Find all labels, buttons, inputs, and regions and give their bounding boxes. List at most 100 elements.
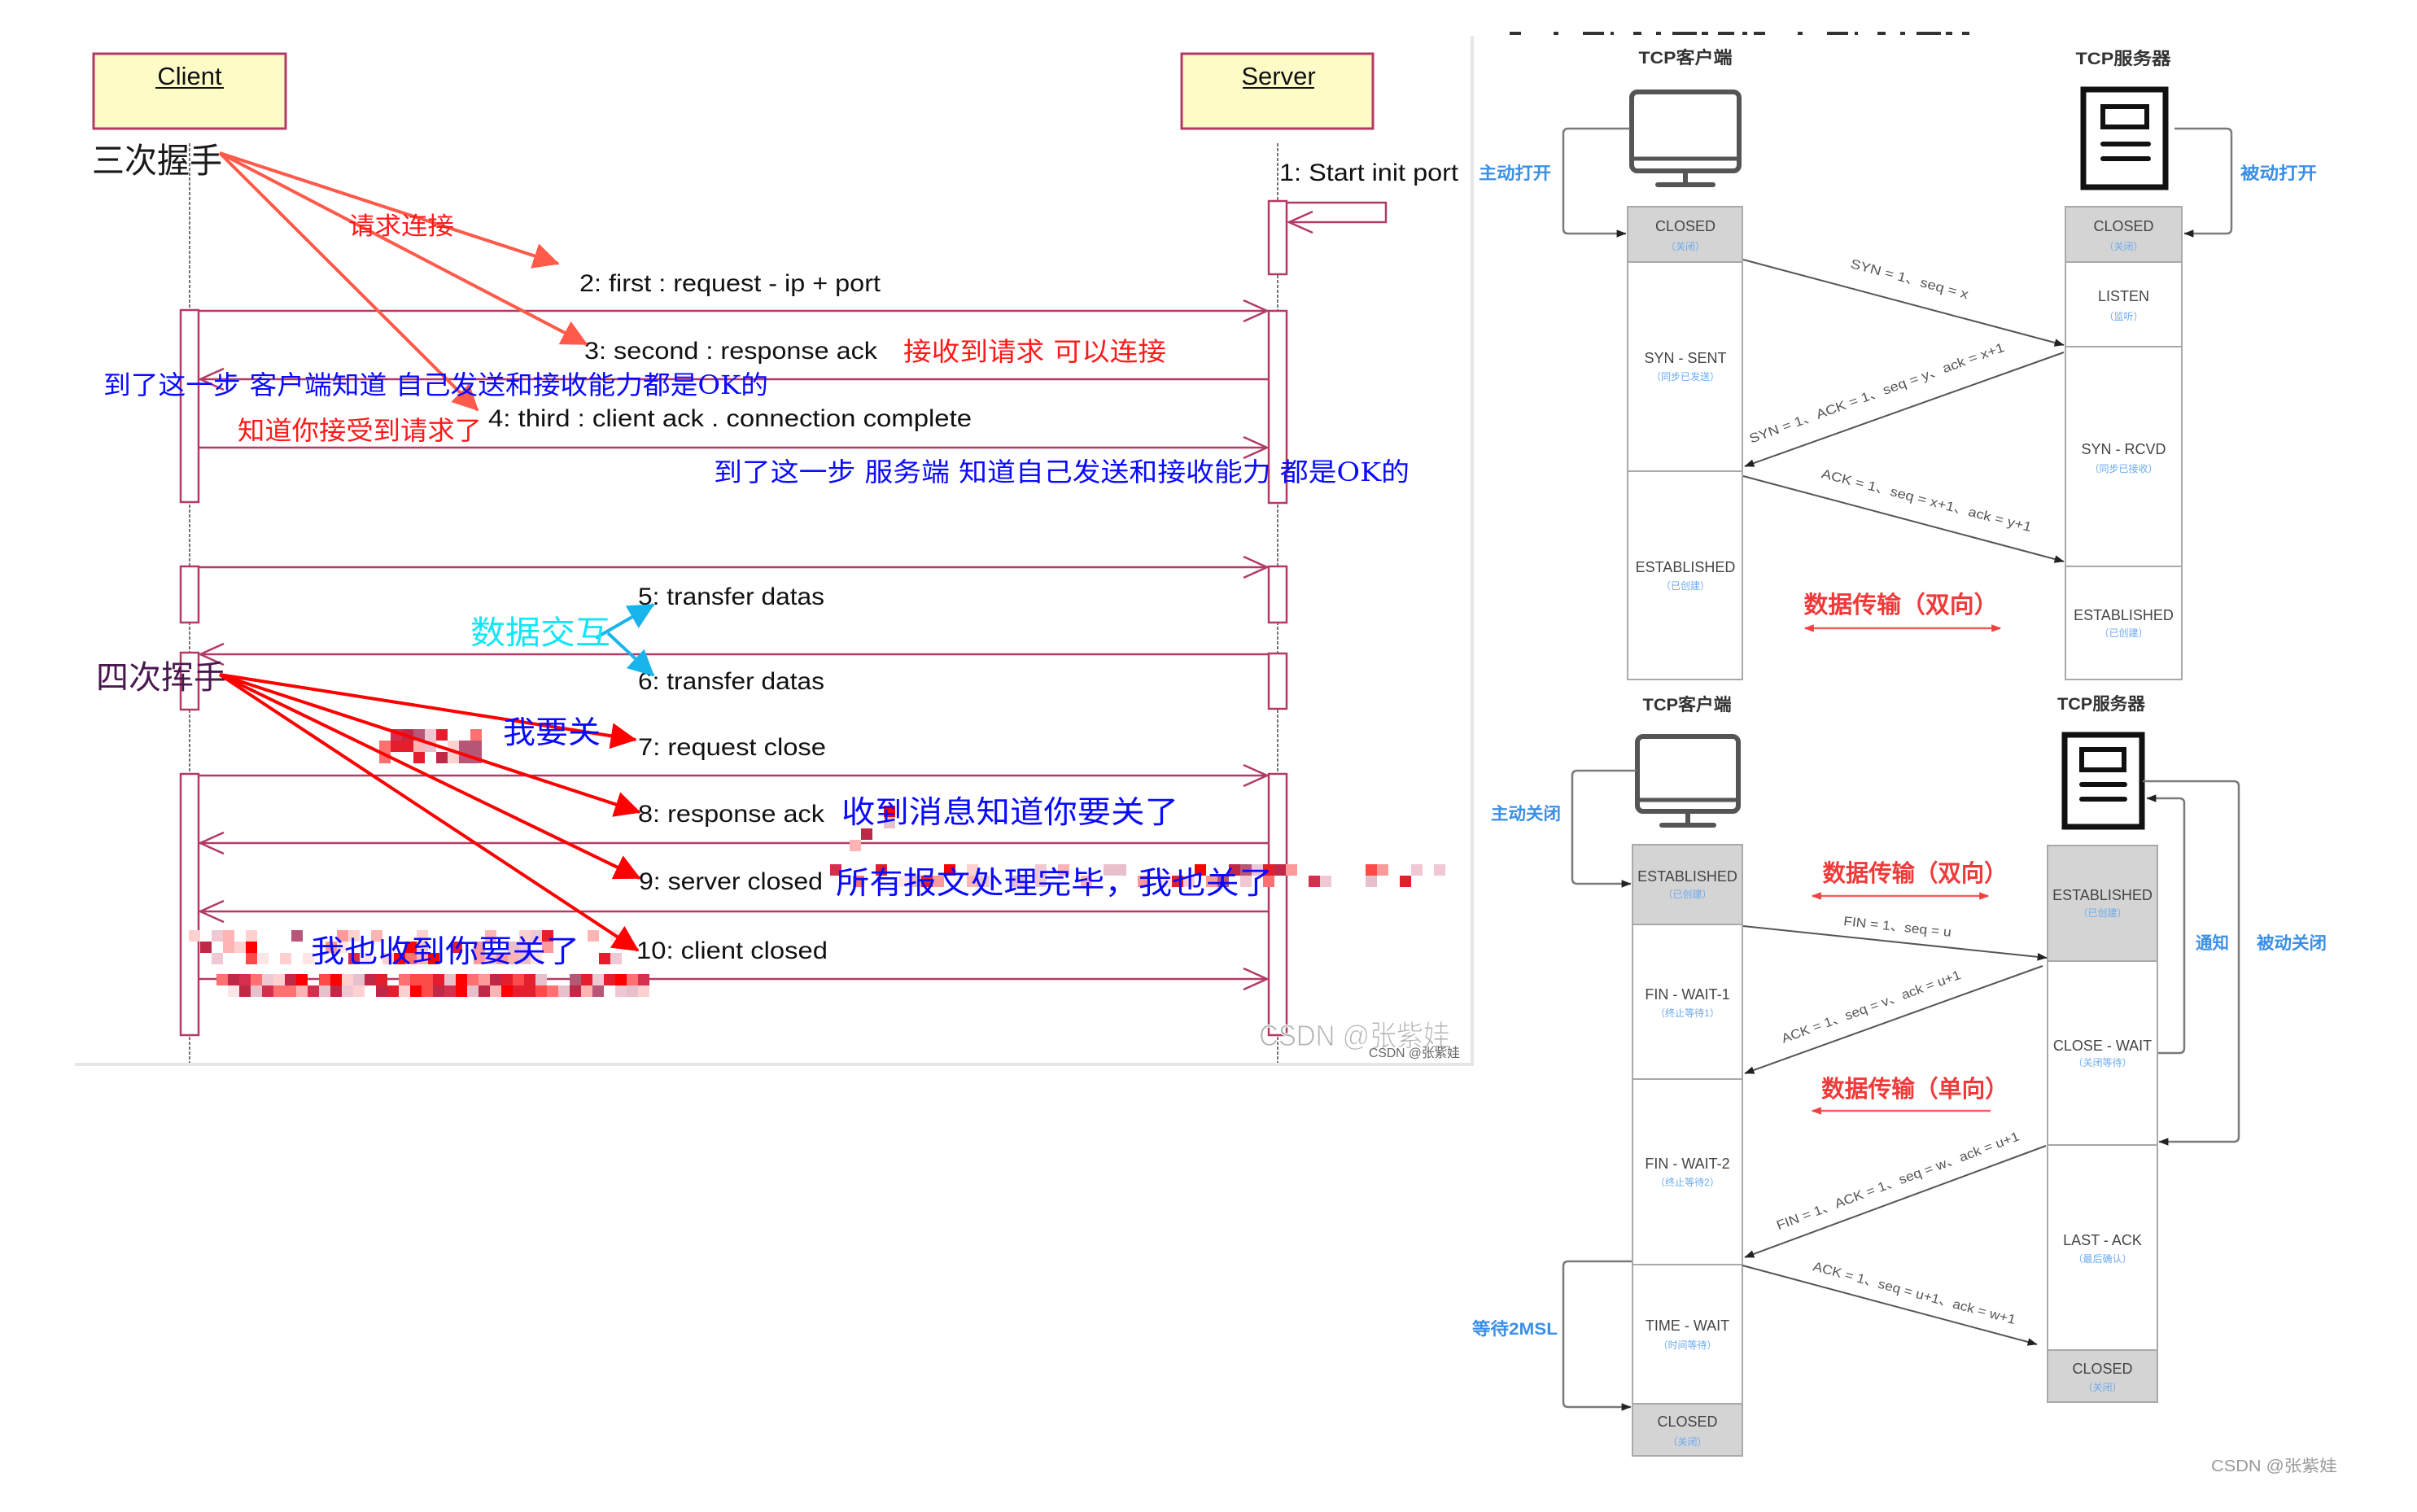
mosaic-cell	[319, 985, 330, 997]
passive-open-label: 被动打开	[2240, 164, 2317, 183]
mosaic-cell	[592, 974, 604, 985]
mosaic-cell	[588, 930, 599, 942]
data-transfer-label: 数据传输（双向）	[1804, 591, 1999, 618]
mosaic-cell	[1400, 876, 1411, 887]
mosaic-cell	[376, 985, 387, 997]
mosaic-cell	[200, 942, 212, 953]
state-sublabel: （已创建）	[1663, 889, 1711, 900]
mosaic-cell	[1411, 864, 1423, 876]
message-label: 2: first : request - ip + port	[579, 270, 881, 297]
state-label: CLOSED	[1655, 218, 1716, 234]
packet-label: ACK = 1、seq = u+1、ack = w+1	[1812, 1260, 2017, 1327]
mosaic-cell	[246, 930, 257, 942]
mosaic-cell	[273, 985, 285, 997]
message-label: 6: transfer datas	[638, 668, 824, 695]
state-sublabel: （同步已发送）	[1651, 370, 1720, 382]
message-label: 3: second : response ack	[584, 338, 878, 365]
mosaic-cell	[399, 974, 410, 985]
server-icon	[2080, 86, 2169, 190]
mosaic-cell	[422, 985, 433, 997]
mosaic-cell	[223, 942, 234, 953]
mosaic-cell	[513, 974, 524, 985]
server-icon	[2061, 732, 2145, 830]
mosaic-cell	[627, 974, 638, 985]
notify-label: 通知	[2196, 933, 2229, 953]
server-panel	[2100, 104, 2149, 129]
mosaic-cell	[547, 985, 558, 997]
state-sublabel: （时间等待）	[1658, 1339, 1716, 1351]
mosaic-cell	[212, 953, 223, 964]
state-closed	[2065, 206, 2183, 263]
mosaic-cell	[627, 985, 638, 997]
mosaic-cell	[1274, 864, 1286, 876]
mosaic-cell	[330, 985, 342, 997]
data-transfer-both-label: 数据传输（双向）	[1823, 859, 2008, 887]
mosaic-cell	[296, 985, 308, 997]
client-state-column: CLOSED （关闭） SYN - SENT （同步已发送） ESTABLISH…	[1627, 206, 1743, 680]
state-label: LAST - ACK	[2063, 1232, 2142, 1248]
wait-2msl-loop-arrow	[1562, 1260, 1632, 1411]
state-label: FIN - WAIT-2	[1645, 1156, 1729, 1172]
mosaic-cell	[638, 974, 649, 985]
mosaic-cell	[410, 974, 422, 985]
packet-label: SYN = 1、seq = x	[1849, 257, 1969, 302]
message-label: 1: Start init port	[1279, 160, 1459, 186]
message-8-arrow	[197, 831, 1268, 855]
mosaic-cell	[524, 985, 535, 997]
server-state-column: CLOSED （关闭） LISTEN （监听） SYN - RCVD （同步已接…	[2065, 206, 2183, 680]
mosaic-cell	[285, 985, 296, 997]
server-activations	[1267, 199, 1288, 1037]
message-6-arrow	[197, 642, 1268, 666]
mosaic-cell	[490, 985, 501, 997]
activation-bar	[1267, 652, 1288, 710]
packet-arrow-ack	[1744, 965, 2043, 1074]
mosaic-cell	[436, 752, 448, 763]
mosaic-cell	[433, 974, 444, 985]
message-1-arrow	[1286, 201, 1388, 234]
state-established	[1627, 470, 1743, 680]
state-label: LISTEN	[2098, 288, 2149, 304]
message-5-arrow	[199, 555, 1270, 579]
client-participant: Client	[92, 52, 287, 130]
mosaic-cell	[850, 840, 861, 851]
mosaic-cell	[467, 974, 479, 985]
state-sublabel: （终止等待1）	[1655, 1007, 1720, 1019]
annotation-ack-close: 收到消息知道你要关了	[841, 794, 1178, 830]
mosaic-cell	[861, 828, 872, 840]
mosaic-cell	[353, 985, 365, 997]
message-label: 5: transfer datas	[638, 583, 824, 610]
tcp-teardown-diagram: TCP客户端 TCP服务器 主动关闭 通知 被动关闭 等待2MSL ESTABL…	[1472, 694, 2327, 1457]
mosaic-cell	[444, 985, 456, 997]
mosaic-cell	[223, 930, 234, 942]
message-label: 7: request close	[638, 734, 826, 761]
client-state-column: ESTABLISHED （已创建） FIN - WAIT-1 （终止等待1） F…	[1632, 844, 1743, 1457]
state-label: CLOSE - WAIT	[2053, 1038, 2152, 1054]
state-sublabel: （关闭）	[1666, 241, 1705, 252]
mosaic-cell	[246, 942, 257, 953]
active-open-loop-arrow	[1562, 127, 1630, 238]
mosaic-cell	[212, 930, 223, 942]
mosaic-cell	[291, 930, 303, 942]
sequence-diagram: Client Server 1: Start init port 2: firs…	[75, 36, 1474, 1066]
wait-2msl-label: 等待2MSL	[1472, 1319, 1558, 1339]
mosaic-cell	[228, 985, 239, 997]
message-label: 10: client closed	[636, 937, 828, 964]
mosaic-cell	[638, 985, 649, 997]
state-syn-sent	[1627, 261, 1743, 472]
mosaic-cell	[558, 985, 570, 997]
mosaic-cell	[413, 752, 425, 763]
mosaic-cell	[1434, 864, 1445, 876]
client-title: TCP客户端	[1643, 695, 1732, 714]
server-participant: Server	[1180, 52, 1375, 130]
state-label: FIN - WAIT-1	[1645, 986, 1729, 1003]
passive-open-loop-arrow	[2174, 127, 2233, 238]
state-sublabel: （已创建）	[1661, 580, 1710, 592]
self-call-line	[1287, 201, 1388, 224]
activation-bar	[179, 565, 200, 624]
diagram-svg: Client Server 1: Start init port 2: firs…	[75, 32, 2337, 1475]
annotation-request-connect: 请求连接	[348, 212, 454, 241]
activation-bar	[1267, 772, 1288, 1037]
mosaic-cell	[1377, 864, 1388, 876]
state-closed	[1627, 206, 1743, 263]
state-listen	[2065, 261, 2183, 347]
